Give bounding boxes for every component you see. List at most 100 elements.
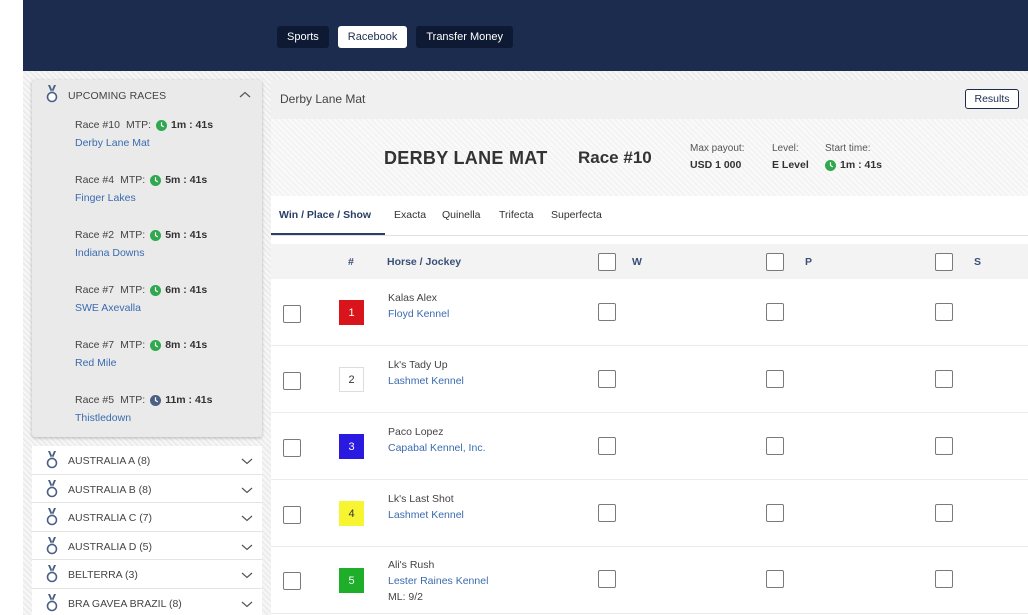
region-item[interactable]: AUSTRALIA B (8) (32, 474, 262, 503)
panel-title: Derby Lane Mat (280, 92, 366, 106)
table-row: 2 Lk's Tady Up Lashmet Kennel (271, 346, 1028, 413)
tab-win-place-show[interactable]: Win / Place / Show (279, 209, 371, 221)
upcoming-races-header[interactable]: UPCOMING RACES (32, 80, 262, 110)
race-track-link[interactable]: Finger Lakes (75, 192, 136, 204)
results-button[interactable]: Results (965, 89, 1019, 109)
mtp-label: MTP: (125, 119, 152, 131)
show-checkbox[interactable] (935, 303, 953, 321)
tab-trifecta[interactable]: Trifecta (499, 209, 534, 221)
start-time-row: 1m : 41s (825, 159, 882, 171)
kennel-link[interactable]: Lashmet Kennel (388, 375, 464, 387)
kennel-link[interactable]: Lester Raines Kennel (388, 575, 488, 587)
row-select-checkbox[interactable] (283, 439, 301, 457)
race-track-link[interactable]: Red Mile (75, 357, 116, 369)
mtp-label: MTP: (120, 339, 146, 351)
upcoming-race-item[interactable]: Race #5 MTP: 11m : 41s Thistledown (75, 394, 255, 434)
medal-icon (46, 565, 58, 583)
col-number-header: # (348, 256, 354, 268)
mtp-value: 1m : 41s (171, 119, 214, 131)
region-list: AUSTRALIA A (8) AUSTRALIA B (8) AUSTRALIA … (32, 446, 262, 615)
upcoming-race-item[interactable]: Race #2 MTP: 5m : 41s Indiana Downs (75, 229, 255, 269)
horse-name: Paco Lopez (388, 426, 444, 438)
medal-icon (46, 85, 58, 103)
show-checkbox[interactable] (935, 504, 953, 522)
row-select-checkbox[interactable] (283, 506, 301, 524)
bet-type-tabs: Win / Place / Show Exacta Quinella Trife… (271, 196, 1028, 236)
region-item[interactable]: BRA GAVEA BRAZIL (8) (32, 588, 262, 615)
row-select-checkbox[interactable] (283, 372, 301, 390)
upcoming-race-item[interactable]: Race #7 MTP: 6m : 41s SWE Axevalla (75, 284, 255, 324)
region-item[interactable]: BELTERRA (3) (32, 560, 262, 589)
upcoming-race-item[interactable]: Race #4 MTP: 5m : 41s Finger Lakes (75, 174, 255, 214)
upcoming-race-item[interactable]: Race #10 MTP: 1m : 41s Derby Lane Mat (75, 119, 255, 159)
place-checkbox[interactable] (766, 437, 784, 455)
post-number-badge: 2 (339, 367, 364, 392)
panel-header: Derby Lane Mat Results (271, 80, 1028, 119)
race-track-link[interactable]: Derby Lane Mat (75, 137, 150, 149)
win-checkbox[interactable] (598, 437, 616, 455)
race-track-link[interactable]: SWE Axevalla (75, 302, 141, 314)
region-item[interactable]: AUSTRALIA D (5) (32, 531, 262, 560)
place-checkbox[interactable] (766, 303, 784, 321)
medal-icon (46, 536, 58, 554)
select-all-place-checkbox[interactable] (766, 253, 784, 271)
tab-superfecta[interactable]: Superfecta (551, 209, 602, 221)
tab-quinella[interactable]: Quinella (442, 209, 481, 221)
start-time-value: 1m : 41s (840, 159, 883, 171)
chevron-down-icon (241, 601, 253, 607)
table-header: # Horse / Jockey W P S (271, 244, 1028, 279)
row-select-checkbox[interactable] (283, 572, 301, 590)
race-line: Race #2 MTP: 5m : 41s (75, 229, 207, 241)
tab-exacta[interactable]: Exacta (394, 209, 426, 221)
chevron-down-icon (241, 515, 253, 522)
place-checkbox[interactable] (766, 570, 784, 588)
nav-transfer-money-button[interactable]: Transfer Money (416, 26, 513, 48)
race-number: Race #2 (75, 229, 115, 241)
kennel-link[interactable]: Floyd Kennel (388, 308, 449, 320)
win-checkbox[interactable] (598, 370, 616, 388)
race-number: Race #5 (75, 394, 115, 406)
mtp-value: 8m : 41s (165, 339, 208, 351)
horse-name: Kalas Alex (388, 292, 438, 304)
show-checkbox[interactable] (935, 370, 953, 388)
row-select-checkbox[interactable] (283, 305, 301, 323)
region-label: AUSTRALIA B (8) (68, 483, 152, 496)
region-item[interactable]: AUSTRALIA A (8) (32, 446, 262, 475)
race-heading: Race #10 (578, 148, 652, 167)
select-all-show-checkbox[interactable] (935, 253, 953, 271)
place-checkbox[interactable] (766, 370, 784, 388)
select-all-win-checkbox[interactable] (598, 253, 616, 271)
place-checkbox[interactable] (766, 504, 784, 522)
left-margin (0, 0, 23, 615)
start-time: Start time: 1m : 41s (825, 143, 882, 171)
upcoming-race-item[interactable]: Race #7 MTP: 8m : 41s Red Mile (75, 339, 255, 379)
win-checkbox[interactable] (598, 504, 616, 522)
col-show-header: S (974, 256, 982, 268)
race-track-link[interactable]: Indiana Downs (75, 247, 144, 259)
race-number: Race #4 (75, 174, 115, 186)
post-number-badge: 3 (339, 434, 364, 459)
chevron-up-icon (239, 91, 251, 98)
upcoming-races-title: UPCOMING RACES (68, 90, 167, 102)
kennel-link[interactable]: Lashmet Kennel (388, 509, 464, 521)
nav-sports-button[interactable]: Sports (277, 26, 329, 48)
show-checkbox[interactable] (935, 437, 953, 455)
clock-icon (150, 339, 162, 351)
nav-racebook-button[interactable]: Racebook (337, 26, 408, 48)
kennel-link[interactable]: Capabal Kennel, Inc. (388, 442, 485, 454)
post-number-badge: 4 (339, 501, 364, 526)
table-row: 5 Ali's Rush Lester Raines Kennel ML: 9/2 (271, 547, 1028, 614)
win-checkbox[interactable] (598, 303, 616, 321)
horse-name: Lk's Last Shot (388, 493, 454, 505)
mtp-label: MTP: (120, 394, 146, 406)
clock-icon (150, 229, 162, 241)
col-horse-header: Horse / Jockey (387, 256, 462, 268)
race-track-link[interactable]: Thistledown (75, 412, 131, 424)
mtp-label: MTP: (120, 229, 146, 241)
top-bar: Sports Racebook Transfer Money (23, 0, 1028, 71)
win-checkbox[interactable] (598, 570, 616, 588)
show-checkbox[interactable] (935, 570, 953, 588)
col-place-header: P (805, 256, 813, 268)
region-item[interactable]: AUSTRALIA C (7) (32, 503, 262, 532)
region-label: AUSTRALIA C (7) (68, 512, 153, 524)
